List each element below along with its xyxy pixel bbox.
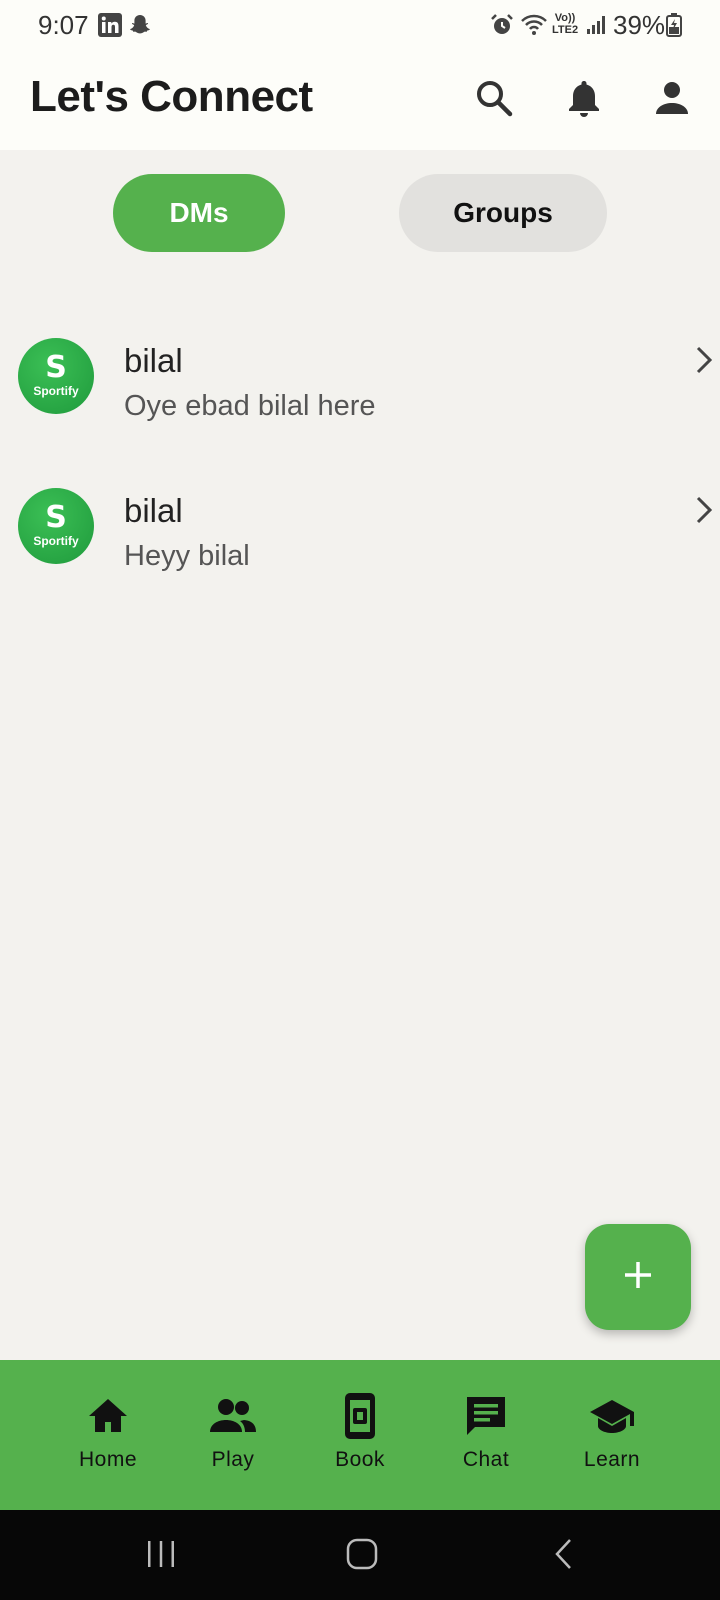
search-icon <box>474 78 514 123</box>
snapchat-icon <box>128 13 152 42</box>
status-time: 9:07 <box>38 10 89 40</box>
avatar-logo-letter: S <box>45 350 67 385</box>
battery-percent: 39% <box>613 10 666 40</box>
linkedin-icon <box>98 13 122 42</box>
chat-icon <box>462 1392 510 1440</box>
wifi-icon <box>520 13 548 42</box>
plus-icon <box>622 1259 654 1296</box>
tab-dms-label: DMs <box>169 197 229 228</box>
app-bar: Let's Connect <box>0 52 720 150</box>
chat-list-item[interactable]: S Sportify bilal Oye ebad bilal here <box>0 338 720 458</box>
home-icon <box>84 1392 132 1440</box>
booking-icon <box>336 1392 384 1440</box>
search-button[interactable] <box>470 76 518 124</box>
notifications-button[interactable] <box>560 76 608 124</box>
recent-apps-button[interactable] <box>136 1532 186 1580</box>
system-nav-bar <box>0 1510 720 1600</box>
avatar: S Sportify <box>18 338 94 414</box>
avatar: S Sportify <box>18 488 94 564</box>
chat-name: bilal <box>124 342 183 379</box>
tab-groups-label: Groups <box>453 197 553 228</box>
bottom-nav: Home Play Book Chat Learn <box>0 1360 720 1510</box>
avatar-logo-text: Sportify <box>33 384 79 398</box>
graduation-cap-icon <box>588 1392 636 1440</box>
profile-button[interactable] <box>648 76 696 124</box>
volte-line2: LTE2 <box>552 24 579 36</box>
bell-icon <box>566 78 602 123</box>
nav-item-play[interactable]: Play <box>178 1392 288 1482</box>
home-button-icon <box>345 1537 379 1576</box>
battery-icon <box>666 13 682 42</box>
volte-icon: Vo)) LTE2 <box>552 12 578 36</box>
back-system-button[interactable] <box>540 1532 590 1580</box>
status-bar: 9:07 Vo)) LTE2 39% <box>0 0 720 52</box>
recent-apps-icon <box>144 1538 178 1575</box>
chat-name: bilal <box>124 492 183 529</box>
avatar-logo-letter: S <box>45 500 67 535</box>
chat-last-message: Oye ebad bilal here <box>124 390 376 422</box>
chat-last-message: Heyy bilal <box>124 540 250 572</box>
tab-dms[interactable]: DMs <box>113 174 285 252</box>
nav-label-home: Home <box>78 1448 138 1471</box>
page-title: Let's Connect <box>30 72 313 121</box>
volte-line1: Vo)) <box>554 12 576 24</box>
nav-label-play: Play <box>211 1448 255 1471</box>
people-icon <box>209 1392 257 1440</box>
new-chat-button[interactable] <box>585 1224 691 1330</box>
nav-item-chat[interactable]: Chat <box>431 1392 541 1482</box>
nav-item-home[interactable]: Home <box>53 1392 163 1482</box>
home-system-button[interactable] <box>337 1532 387 1580</box>
nav-label-book: Book <box>335 1448 385 1471</box>
tab-groups[interactable]: Groups <box>399 174 607 252</box>
nav-item-learn[interactable]: Learn <box>557 1392 667 1482</box>
avatar-logo-text: Sportify <box>33 534 79 548</box>
profile-icon <box>654 80 690 121</box>
alarm-icon <box>490 13 514 42</box>
nav-label-chat: Chat <box>462 1448 510 1471</box>
nav-label-learn: Learn <box>583 1448 641 1471</box>
signal-icon <box>586 13 606 42</box>
chat-list-item[interactable]: S Sportify bilal Heyy bilal <box>0 488 720 608</box>
chevron-right-icon <box>690 490 718 530</box>
nav-item-book[interactable]: Book <box>305 1392 415 1482</box>
back-icon <box>550 1537 580 1576</box>
chevron-right-icon <box>690 340 718 380</box>
